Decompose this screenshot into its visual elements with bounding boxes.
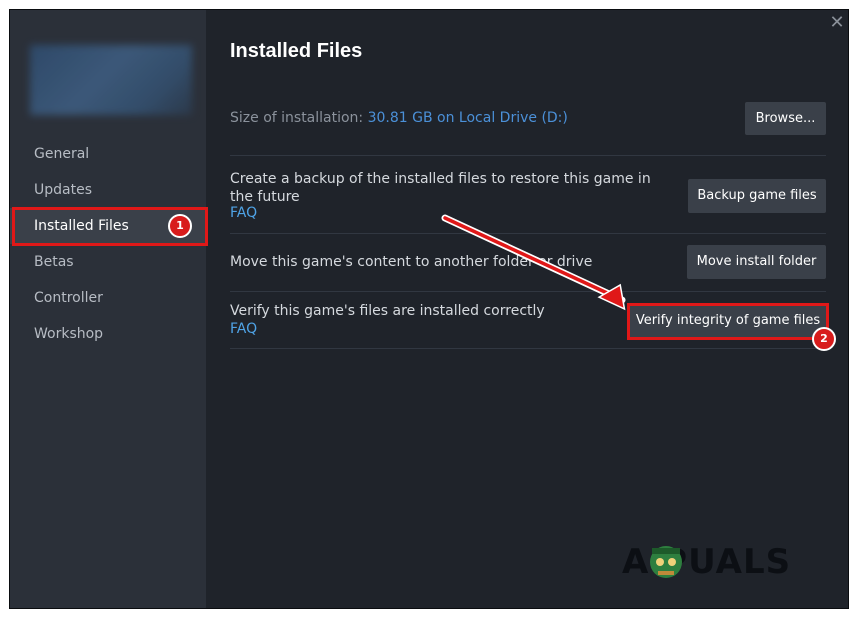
divider bbox=[230, 233, 826, 234]
installation-size: Size of installation: 30.81 GB on Local … bbox=[230, 110, 568, 126]
close-icon[interactable]: ✕ bbox=[828, 14, 846, 32]
page-title: Installed Files bbox=[230, 40, 363, 62]
sidebar-item-workshop[interactable]: Workshop bbox=[10, 316, 206, 352]
browse-button[interactable]: Browse... bbox=[745, 102, 826, 135]
backup-description: Create a backup of the installed files t… bbox=[230, 171, 651, 205]
backup-game-files-button[interactable]: Backup game files bbox=[688, 179, 826, 213]
verify-faq-link[interactable]: FAQ bbox=[230, 321, 257, 337]
mascot-icon bbox=[650, 546, 682, 578]
move-description: Move this game's content to another fold… bbox=[230, 254, 593, 270]
move-install-folder-button[interactable]: Move install folder bbox=[687, 245, 826, 279]
step2-highlight bbox=[627, 303, 829, 340]
sidebar: General Updates Installed Files Betas Co… bbox=[10, 10, 206, 608]
divider bbox=[230, 291, 826, 292]
size-label: Size of installation: bbox=[230, 110, 364, 126]
sidebar-item-betas[interactable]: Betas bbox=[10, 244, 206, 280]
step2-badge: 2 bbox=[812, 327, 836, 351]
size-value: 30.81 GB on Local Drive (D:) bbox=[367, 110, 568, 126]
backup-faq-link[interactable]: FAQ bbox=[230, 205, 257, 221]
sidebar-item-general[interactable]: General bbox=[10, 136, 206, 172]
properties-window: ✕ General Updates Installed Files Betas … bbox=[10, 10, 848, 608]
divider bbox=[230, 348, 826, 349]
sidebar-item-controller[interactable]: Controller bbox=[10, 280, 206, 316]
divider bbox=[230, 155, 826, 156]
step1-badge: 1 bbox=[168, 214, 192, 238]
verify-description: Verify this game's files are installed c… bbox=[230, 303, 545, 319]
sidebar-item-updates[interactable]: Updates bbox=[10, 172, 206, 208]
game-thumbnail bbox=[30, 45, 192, 115]
